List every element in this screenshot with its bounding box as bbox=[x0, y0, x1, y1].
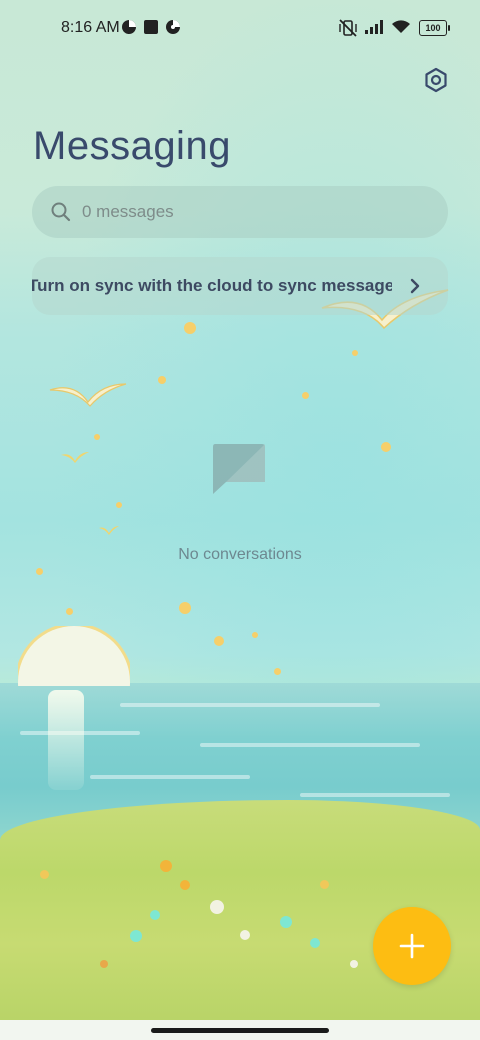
sync-banner[interactable]: Turn on sync with the cloud to sync mess… bbox=[32, 257, 448, 315]
home-indicator[interactable] bbox=[151, 1028, 329, 1033]
empty-state-text: No conversations bbox=[178, 546, 302, 563]
wallpaper-sparkle bbox=[352, 350, 358, 356]
app-notification-icon bbox=[122, 20, 136, 34]
wallpaper-wave bbox=[90, 775, 250, 779]
search-bar[interactable]: 0 messages bbox=[32, 186, 448, 238]
wallpaper-flower bbox=[160, 860, 172, 872]
wallpaper-sparkle bbox=[252, 632, 258, 638]
wallpaper-sparkle bbox=[184, 322, 196, 334]
wallpaper-flower bbox=[310, 938, 320, 948]
wallpaper-sparkle bbox=[179, 602, 191, 614]
wallpaper-flower bbox=[240, 930, 250, 940]
wallpaper-flower bbox=[210, 900, 224, 914]
wallpaper-sparkle bbox=[302, 392, 309, 399]
wallpaper-flower bbox=[100, 960, 108, 968]
wallpaper-sparkle bbox=[214, 636, 224, 646]
wallpaper-bird bbox=[61, 452, 89, 463]
wallpaper-flower bbox=[40, 870, 49, 879]
message-placeholder-icon bbox=[213, 444, 265, 494]
vibrate-off-icon bbox=[339, 19, 357, 37]
signal-icon bbox=[365, 20, 383, 34]
wallpaper-bird bbox=[49, 383, 127, 407]
wifi-icon bbox=[392, 20, 410, 33]
wallpaper-sparkle bbox=[381, 442, 391, 452]
battery-indicator: 100 bbox=[419, 20, 450, 36]
chevron-right-icon bbox=[410, 278, 420, 294]
wallpaper-sparkle bbox=[36, 568, 43, 575]
wallpaper-flower bbox=[320, 880, 329, 889]
wallpaper-sparkle bbox=[66, 608, 73, 615]
new-conversation-button[interactable] bbox=[373, 907, 451, 985]
settings-button[interactable] bbox=[420, 64, 452, 96]
wallpaper-flower bbox=[130, 930, 142, 942]
sync-banner-text: Turn on sync with the cloud to sync mess… bbox=[32, 276, 392, 295]
wallpaper-wave bbox=[200, 743, 420, 747]
plus-icon bbox=[399, 933, 425, 959]
status-time: 8:16 AM bbox=[61, 19, 120, 36]
wallpaper-flower bbox=[350, 960, 358, 968]
wallpaper-sparkle bbox=[274, 668, 281, 675]
wallpaper-sparkle bbox=[116, 502, 122, 508]
settings-hexagon-icon bbox=[425, 67, 447, 93]
page-title: Messaging bbox=[33, 124, 231, 168]
wallpaper-flower bbox=[180, 880, 190, 890]
wallpaper-flower bbox=[150, 910, 160, 920]
search-icon bbox=[51, 202, 71, 222]
wallpaper-sparkle bbox=[158, 376, 166, 384]
app-notification-icon bbox=[166, 20, 180, 34]
status-bar: 8:16 AM 100 bbox=[0, 0, 480, 56]
wallpaper-flower bbox=[280, 916, 292, 928]
wallpaper-bird bbox=[99, 526, 119, 535]
search-placeholder: 0 messages bbox=[82, 202, 174, 221]
wallpaper-sparkle bbox=[94, 434, 100, 440]
app-notification-icon bbox=[144, 20, 158, 34]
wallpaper-wave bbox=[120, 703, 380, 707]
wallpaper-sun-reflection bbox=[48, 690, 84, 790]
wallpaper-wave bbox=[300, 793, 450, 797]
